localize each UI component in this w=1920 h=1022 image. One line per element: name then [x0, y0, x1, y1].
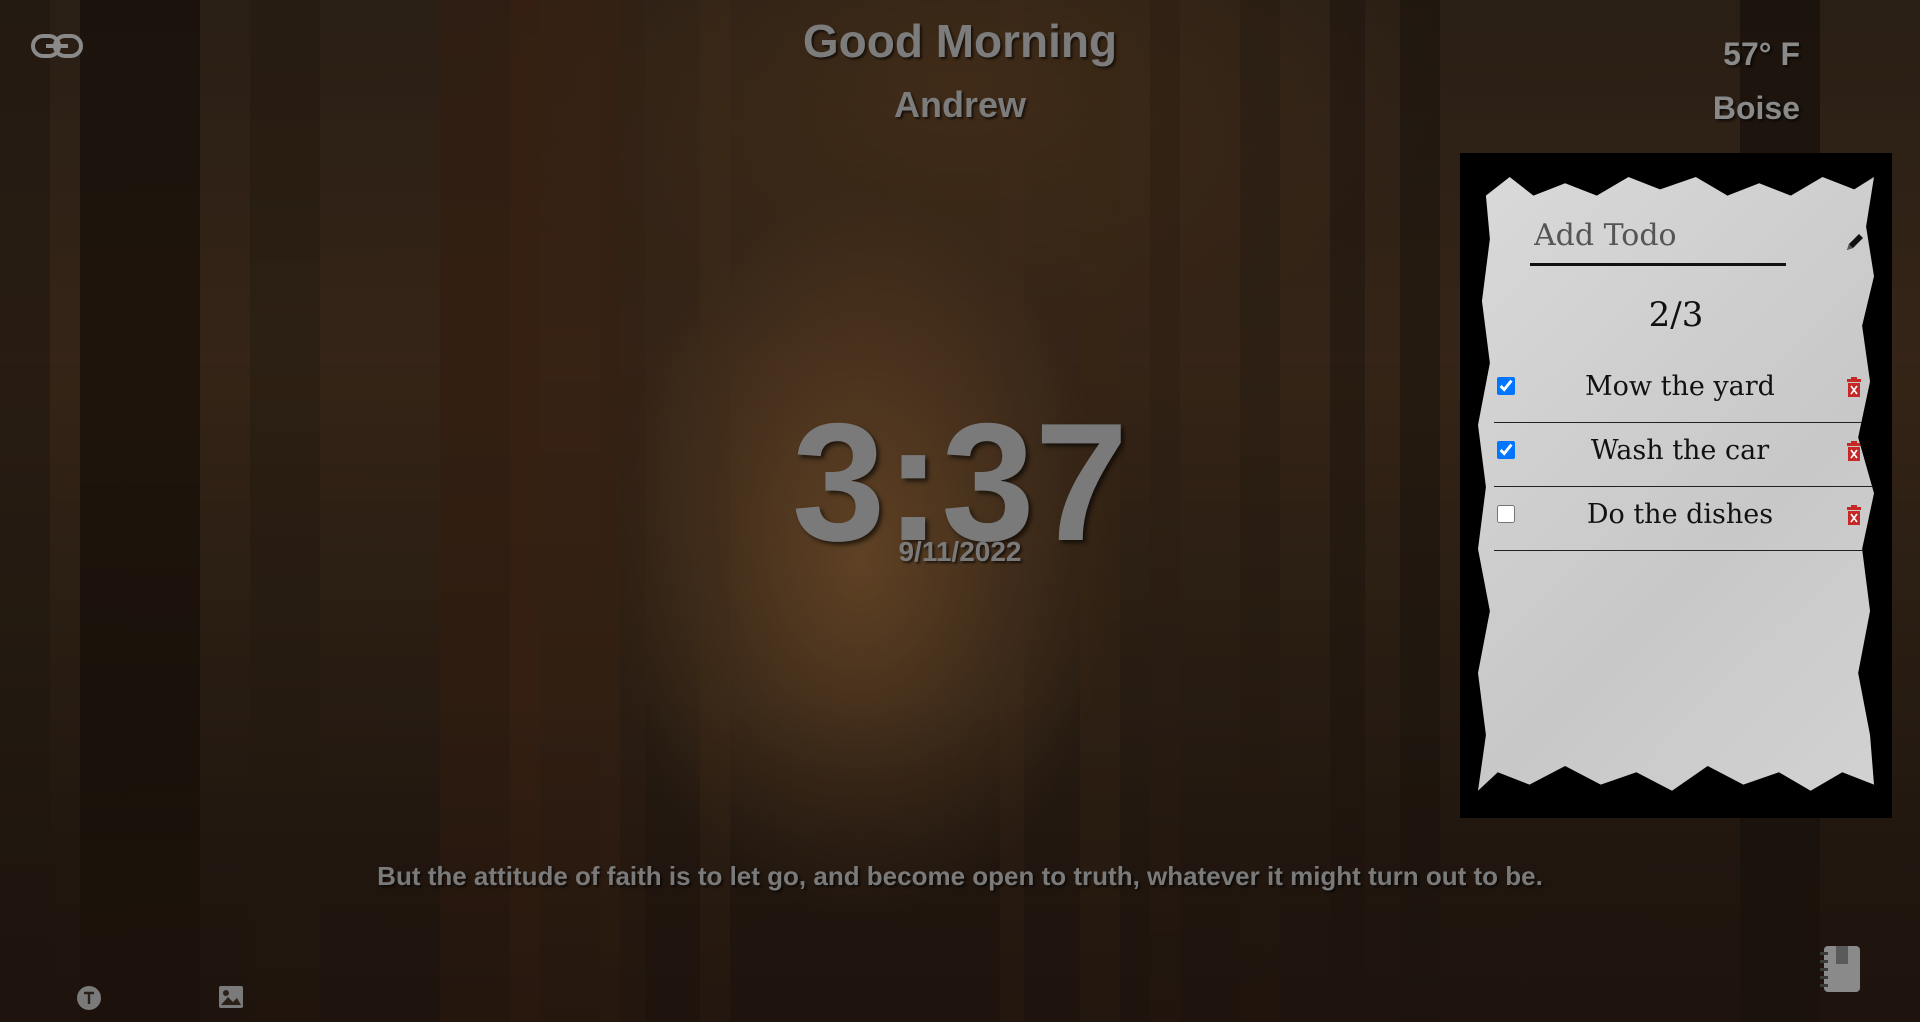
todo-item-label: Wash the car — [1590, 435, 1770, 466]
pencil-icon[interactable] — [1844, 231, 1866, 253]
text-icon[interactable] — [76, 985, 102, 1011]
todo-paper: 2/3 Mow the yard Wash the car — [1478, 177, 1874, 791]
trash-icon[interactable] — [1846, 441, 1862, 461]
todo-checkbox[interactable] — [1497, 377, 1515, 395]
quote-text: But the attitude of faith is to let go, … — [377, 861, 1543, 891]
todo-checkbox[interactable] — [1497, 505, 1515, 523]
todo-checkbox[interactable] — [1497, 441, 1515, 459]
todo-item-label: Mow the yard — [1585, 371, 1775, 402]
weather-city: Boise — [1712, 90, 1800, 126]
trash-icon[interactable] — [1846, 505, 1862, 525]
todo-panel: 2/3 Mow the yard Wash the car — [1460, 153, 1892, 818]
trash-icon[interactable] — [1846, 377, 1862, 397]
notebook-icon[interactable] — [1816, 942, 1864, 996]
todo-item: Wash the car — [1494, 423, 1874, 487]
add-todo-input[interactable] — [1530, 207, 1786, 266]
todo-item: Do the dishes — [1494, 487, 1874, 551]
todo-completed-count: 2/3 — [1648, 295, 1704, 335]
todo-item-label: Do the dishes — [1586, 499, 1774, 530]
weather-temperature: 57° F — [1723, 36, 1800, 72]
image-icon[interactable] — [218, 985, 244, 1009]
todo-item: Mow the yard — [1494, 359, 1874, 423]
